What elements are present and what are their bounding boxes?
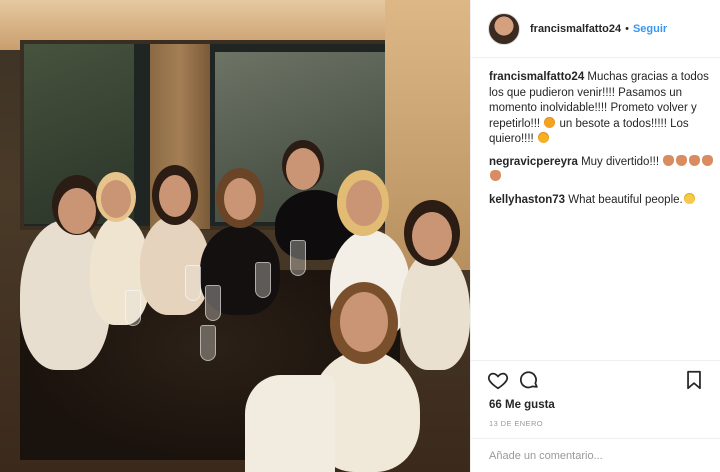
photo-wine-glass (255, 262, 271, 298)
clapping-hands-emoji-icon (663, 154, 675, 166)
post-actions: 66 Me gusta 13 DE ENERO (471, 360, 720, 428)
clapping-hands-emoji-icon (490, 170, 501, 181)
clapping-hands-emoji-icon (676, 154, 688, 166)
photo-person-face (412, 212, 452, 260)
photo-wine-glass (200, 325, 216, 361)
photo-napkin (245, 375, 335, 472)
comment-item: negravicpereyra Muy divertido!!! (489, 154, 715, 186)
avatar[interactable] (488, 12, 520, 45)
photo-wine-glass (205, 285, 221, 321)
comment-icon[interactable] (518, 369, 540, 391)
comment-item: kellyhaston73 What beautiful people. (489, 192, 715, 209)
photo-wine-glass (290, 240, 306, 276)
heart-icon[interactable] (487, 369, 509, 391)
kiss-face-emoji-icon (537, 132, 549, 143)
caption-username[interactable]: francismalfatto24 (489, 71, 584, 83)
hushed-face-emoji-icon (683, 192, 695, 204)
comment-text: What beautiful people. (565, 193, 683, 206)
photo-person-face (340, 292, 388, 352)
post-side-panel: francismalfatto24 • Seguir francismalfat… (470, 0, 720, 472)
add-comment-bar (471, 438, 720, 472)
header-separator: • (625, 22, 629, 35)
like-count[interactable]: 66 Me gusta (489, 399, 555, 411)
post-header: francismalfatto24 • Seguir (471, 0, 720, 58)
clapping-hands-emoji-icon (689, 154, 701, 166)
clapping-hands-emoji-icon (702, 154, 714, 166)
photo-person-face (224, 178, 256, 220)
tongue-face-emoji-icon (544, 116, 556, 128)
caption: francismalfatto24 Muchas gracias a todos… (489, 70, 715, 148)
post-date[interactable]: 13 DE ENERO (489, 419, 543, 428)
comments-list: francismalfatto24 Muchas gracias a todos… (489, 70, 715, 215)
follow-button[interactable]: Seguir (633, 23, 667, 35)
photo-person-face (58, 188, 96, 234)
photo-person-face (159, 175, 191, 217)
instagram-post: francismalfatto24 • Seguir francismalfat… (0, 0, 720, 472)
post-photo[interactable] (0, 0, 470, 472)
photo-person-face (101, 180, 131, 218)
comment-username[interactable]: kellyhaston73 (489, 194, 565, 206)
photo-person (400, 250, 470, 370)
comment-username[interactable]: negravicpereyra (489, 156, 578, 168)
comment-text: Muy divertido!!! (577, 155, 663, 168)
header-username[interactable]: francismalfatto24 (530, 23, 621, 35)
photo-wine-glass (185, 265, 201, 301)
comment-input[interactable] (489, 449, 699, 462)
photo-wine-glass (125, 290, 141, 326)
photo-person-face (286, 148, 320, 190)
photo-person-face (346, 180, 382, 226)
bookmark-icon[interactable] (683, 369, 705, 391)
action-icons (471, 361, 720, 397)
